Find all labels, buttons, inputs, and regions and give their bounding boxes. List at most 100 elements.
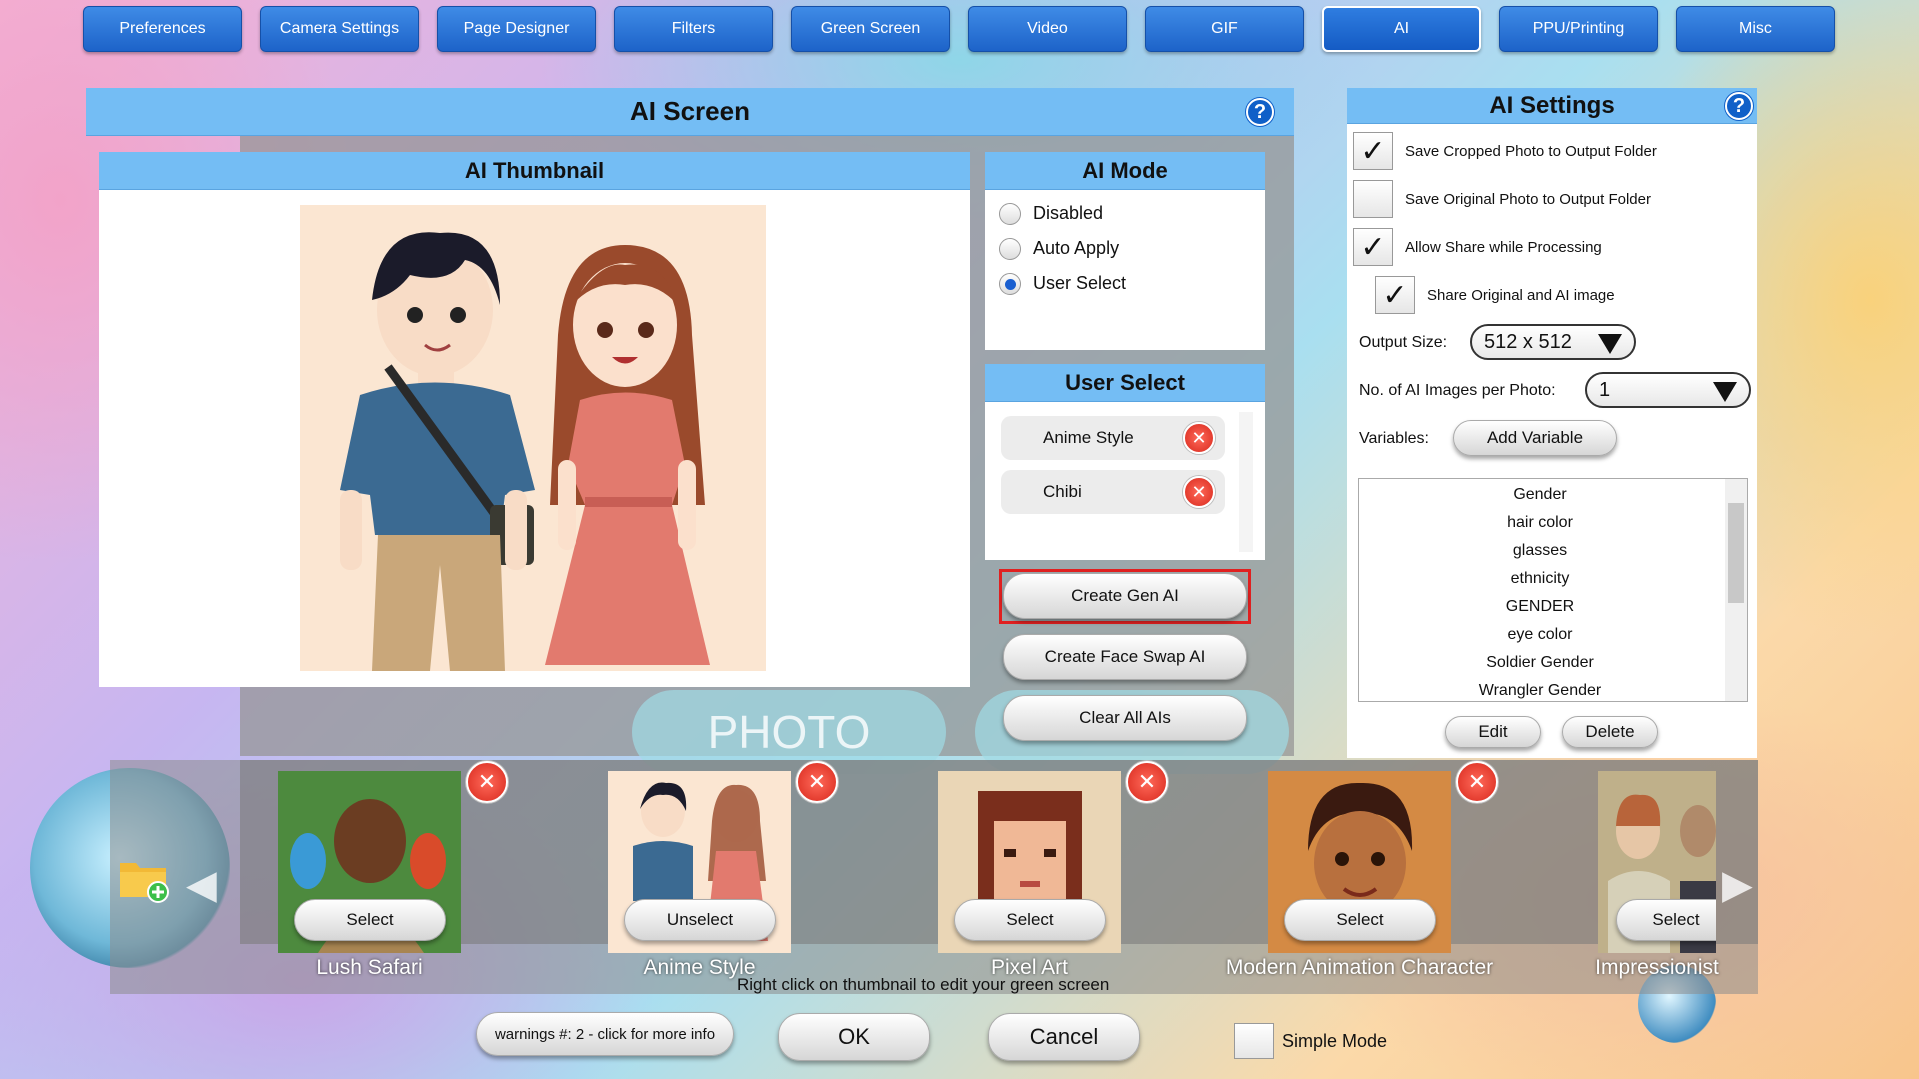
radio-button[interactable] xyxy=(999,202,1021,225)
tab-page-designer[interactable]: Page Designer xyxy=(437,6,596,52)
user-select-item[interactable]: Chibi ✕ xyxy=(1001,470,1225,514)
remove-icon[interactable]: ✕ xyxy=(1126,761,1168,803)
radio-button[interactable] xyxy=(999,237,1021,260)
style-card[interactable]: Unselect xyxy=(608,771,791,953)
share-original-and-ai-option[interactable]: ✓ Share Original and AI image xyxy=(1375,276,1615,314)
add-variable-button[interactable]: Add Variable xyxy=(1453,420,1617,456)
checkbox-checked[interactable]: ✓ xyxy=(1353,228,1393,266)
checkbox-label: Share Original and AI image xyxy=(1427,286,1615,304)
carousel-prev-icon[interactable]: ◀ xyxy=(186,862,217,908)
ai-thumbnail-panel: AI Thumbnail xyxy=(99,152,970,687)
edit-button[interactable]: Edit xyxy=(1445,716,1541,748)
card-label: Modern Animation Character xyxy=(1225,956,1494,979)
ai-mode-title: AI Mode xyxy=(985,152,1265,190)
tab-ppu-printing[interactable]: PPU/Printing xyxy=(1499,6,1658,52)
checkbox-label: Allow Share while Processing xyxy=(1405,238,1602,256)
variable-item[interactable]: ethnicity xyxy=(1359,565,1747,593)
carousel-next-icon[interactable]: ▶ xyxy=(1722,862,1753,908)
output-size-dropdown[interactable]: 512 x 512 xyxy=(1470,324,1636,360)
variable-item[interactable]: Soldier Gender xyxy=(1359,649,1747,677)
ai-thumbnail-title: AI Thumbnail xyxy=(99,152,970,190)
create-face-swap-ai-button[interactable]: Create Face Swap AI xyxy=(1003,634,1247,680)
style-card[interactable]: Select xyxy=(1268,771,1451,953)
ai-mode-option-label: Auto Apply xyxy=(1033,238,1120,258)
variable-item[interactable]: Wrangler Gender xyxy=(1359,677,1747,701)
warnings-button[interactable]: warnings #: 2 - click for more info xyxy=(476,1012,734,1056)
remove-icon[interactable]: ✕ xyxy=(466,761,508,803)
ai-settings-panel: AI Settings ? ✓ Save Cropped Photo to Ou… xyxy=(1347,88,1757,758)
remove-icon[interactable]: ✕ xyxy=(1183,476,1215,508)
remove-icon[interactable]: ✕ xyxy=(1456,761,1498,803)
add-folder-icon[interactable] xyxy=(118,857,169,903)
tab-video[interactable]: Video xyxy=(968,6,1127,52)
scrollbar-thumb[interactable] xyxy=(1728,503,1744,603)
radio-button-selected[interactable] xyxy=(999,272,1021,295)
ai-screen-header: AI Screen ? xyxy=(86,88,1294,136)
cancel-button[interactable]: Cancel xyxy=(988,1013,1140,1061)
card-select-button[interactable]: Select xyxy=(294,899,446,941)
save-cropped-photo-option[interactable]: ✓ Save Cropped Photo to Output Folder xyxy=(1353,132,1657,170)
card-select-button[interactable]: Select xyxy=(1284,899,1436,941)
card-label: Impressionist xyxy=(1595,956,1719,979)
user-select-item[interactable]: Anime Style ✕ xyxy=(1001,416,1225,460)
save-original-photo-option[interactable]: Save Original Photo to Output Folder xyxy=(1353,180,1651,218)
checkbox-unchecked[interactable] xyxy=(1353,180,1393,218)
ai-mode-panel: AI Mode Disabled Auto Apply User Select xyxy=(985,152,1265,350)
card-label: Lush Safari xyxy=(316,956,423,979)
user-select-item-label: Chibi xyxy=(1043,482,1082,501)
style-card[interactable]: Select xyxy=(278,771,461,953)
tab-green-screen[interactable]: Green Screen xyxy=(791,6,950,52)
variables-list[interactable]: Gender hair color glasses ethnicity GEND… xyxy=(1358,478,1748,702)
variables-scrollbar[interactable] xyxy=(1725,479,1747,701)
simple-mode-option[interactable]: Simple Mode xyxy=(1234,1023,1387,1059)
green-screen-hint: Right click on thumbnail to edit your gr… xyxy=(737,975,1110,994)
ai-mode-option-label: Disabled xyxy=(1033,203,1104,223)
ai-mode-option-auto-apply[interactable]: Auto Apply xyxy=(985,231,1265,266)
remove-icon[interactable]: ✕ xyxy=(796,761,838,803)
tab-bar: Preferences Camera Settings Page Designe… xyxy=(83,6,1835,52)
checkbox-unchecked[interactable] xyxy=(1234,1023,1274,1059)
images-per-photo-dropdown[interactable]: 1 xyxy=(1585,372,1751,408)
variable-item[interactable]: GENDER xyxy=(1359,593,1747,621)
ai-settings-title: AI Settings ? xyxy=(1347,88,1757,124)
ai-mode-option-user-select[interactable]: User Select xyxy=(985,266,1265,301)
checkbox-label: Simple Mode xyxy=(1282,1030,1388,1051)
tab-camera-settings[interactable]: Camera Settings xyxy=(260,6,419,52)
card-unselect-button[interactable]: Unselect xyxy=(624,899,776,941)
variable-item[interactable]: hair color xyxy=(1359,509,1747,537)
clear-all-ais-button[interactable]: Clear All AIs xyxy=(1003,695,1247,741)
create-gen-ai-button[interactable]: Create Gen AI xyxy=(1003,573,1247,619)
style-card[interactable]: Select xyxy=(938,771,1121,953)
tab-gif[interactable]: GIF xyxy=(1145,6,1304,52)
anime-couple-illustration xyxy=(340,232,710,671)
variable-item[interactable]: glasses xyxy=(1359,537,1747,565)
images-per-photo-label: No. of AI Images per Photo: xyxy=(1359,382,1556,399)
user-select-title: User Select xyxy=(985,364,1265,402)
ai-mode-option-disabled[interactable]: Disabled xyxy=(985,196,1265,231)
checkbox-checked[interactable]: ✓ xyxy=(1375,276,1415,314)
ai-mode-option-label: User Select xyxy=(1033,273,1127,293)
remove-icon[interactable]: ✕ xyxy=(1183,422,1215,454)
card-select-button[interactable]: Select xyxy=(1616,899,1716,941)
help-icon[interactable]: ? xyxy=(1725,92,1753,120)
user-select-item-label: Anime Style xyxy=(1043,428,1134,447)
style-card[interactable]: Select xyxy=(1598,771,1716,953)
allow-share-option[interactable]: ✓ Allow Share while Processing xyxy=(1353,228,1602,266)
output-size-value: 512 x 512 xyxy=(1484,330,1572,353)
checkbox-label: Save Cropped Photo to Output Folder xyxy=(1405,142,1657,160)
variable-item[interactable]: eye color xyxy=(1359,621,1747,649)
card-select-button[interactable]: Select xyxy=(954,899,1106,941)
tab-ai[interactable]: AI xyxy=(1322,6,1481,52)
output-size-label: Output Size: xyxy=(1359,334,1448,351)
help-icon[interactable]: ? xyxy=(1246,98,1274,126)
ai-thumbnail-image[interactable] xyxy=(300,205,766,671)
tab-misc[interactable]: Misc xyxy=(1676,6,1835,52)
dropdown-arrow-icon xyxy=(1598,334,1622,354)
delete-button[interactable]: Delete xyxy=(1562,716,1658,748)
user-select-scrollbar[interactable] xyxy=(1239,412,1253,552)
checkbox-checked[interactable]: ✓ xyxy=(1353,132,1393,170)
tab-preferences[interactable]: Preferences xyxy=(83,6,242,52)
tab-filters[interactable]: Filters xyxy=(614,6,773,52)
ok-button[interactable]: OK xyxy=(778,1013,930,1061)
variable-item[interactable]: Gender xyxy=(1359,481,1747,509)
